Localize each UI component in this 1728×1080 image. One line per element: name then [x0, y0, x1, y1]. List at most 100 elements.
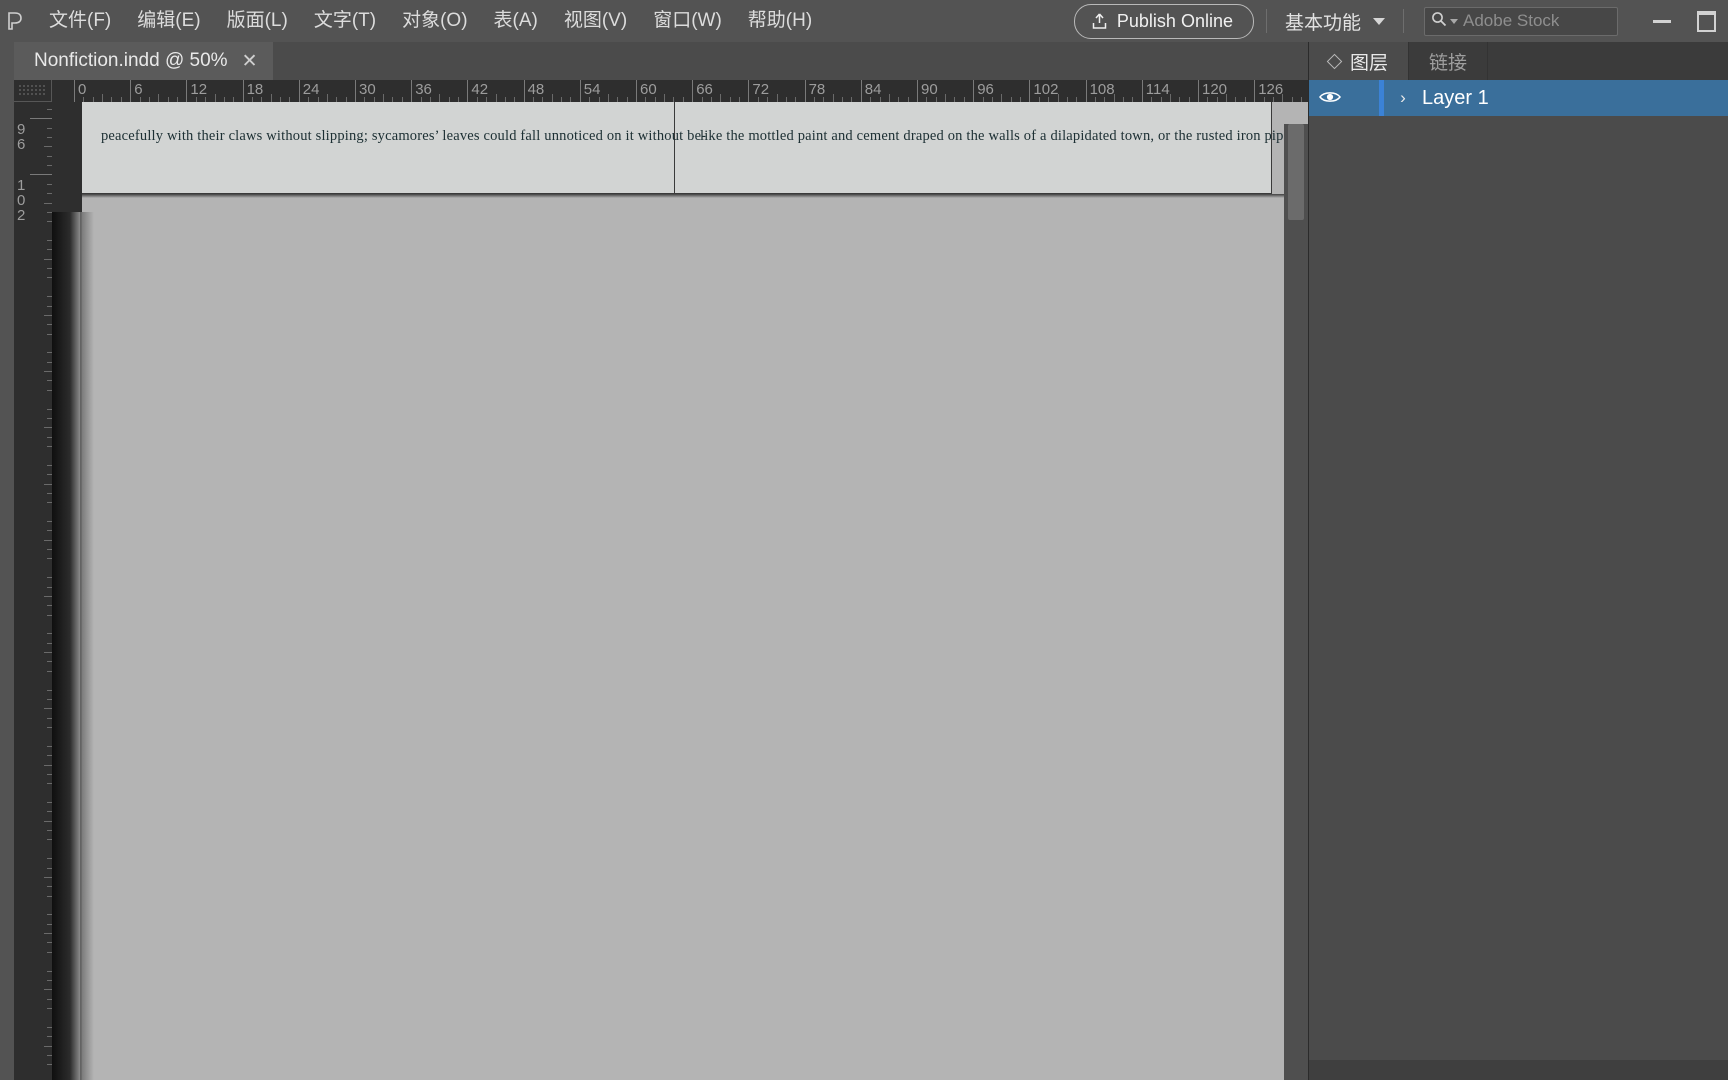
divider [1403, 9, 1404, 33]
ruler-tick-minor [551, 94, 553, 102]
scrollbar-thumb[interactable] [1288, 124, 1304, 220]
canvas-area[interactable]: peacefully with their claws without slip… [52, 102, 1308, 1080]
menu-view[interactable]: 视图(V) [551, 0, 640, 42]
chevron-right-icon[interactable]: › [1384, 88, 1416, 108]
ruler-tick-minor [44, 202, 52, 204]
ruler-tick-major [298, 80, 300, 102]
menu-edit[interactable]: 编辑(E) [124, 0, 213, 42]
ruler-tick-minor [44, 989, 52, 991]
ruler-tick-minor [44, 314, 52, 316]
ruler-tick-minor [44, 371, 52, 373]
horizontal-ruler[interactable]: 0 6 12 18 24 30 36 42 48 54 60 66 72 78 84 90 96 102 108 11… [52, 80, 1308, 102]
layer-name[interactable]: Layer 1 [1416, 87, 1489, 110]
menu-bar-right: Publish Online 基本功能 Adobe Stock [1073, 0, 1728, 42]
workspace-selector[interactable]: 基本功能 [1279, 8, 1391, 35]
right-page-text: like the mottled paint and cement draped… [700, 128, 1297, 144]
search-input[interactable]: Adobe Stock [1463, 11, 1559, 31]
menu-window[interactable]: 窗口(W) [640, 0, 735, 42]
ruler-tick-minor [270, 94, 272, 102]
publish-online-label: Publish Online [1116, 10, 1233, 31]
ruler-tick-minor [44, 652, 52, 654]
ruler-tick-minor [1001, 94, 1003, 102]
pasteboard[interactable] [52, 194, 1308, 1080]
ruler-tick-major [467, 80, 469, 102]
vertical-ruler[interactable]: 96 102 [14, 102, 52, 1080]
ruler-tick-minor [44, 933, 52, 935]
ruler-tick-minor [832, 94, 834, 102]
ruler-tick-major [579, 80, 581, 102]
ruler-label: 90 [921, 81, 938, 98]
menu-items: 文件(F) 编辑(E) 版面(L) 文字(T) 对象(O) 表(A) 视图(V)… [36, 0, 825, 42]
ruler-tick-major [917, 80, 918, 102]
ruler-tick-minor [214, 94, 216, 102]
document-tab[interactable]: Nonfiction.indd @ 50% ✕ [14, 42, 274, 80]
ruler-origin-icon[interactable] [14, 80, 52, 102]
publish-online-button[interactable]: Publish Online [1073, 3, 1254, 39]
tab-links[interactable]: 链接 [1409, 42, 1489, 80]
pasteboard-left-shadow-soft [80, 212, 94, 1080]
ruler-tick-minor [44, 146, 52, 148]
document-tab-bar: Nonfiction.indd @ 50% ✕ [14, 42, 1308, 80]
document-tab-title: Nonfiction.indd @ 50% [34, 50, 228, 71]
layer-row[interactable]: › Layer 1 [1309, 80, 1728, 116]
menu-type[interactable]: 文字(T) [301, 0, 389, 42]
ruler-tick-major [242, 80, 244, 102]
ruler-tick-minor [44, 876, 52, 878]
adobe-stock-search[interactable]: Adobe Stock [1424, 6, 1618, 36]
ruler-label: 24 [302, 81, 320, 98]
panel-tab-strip: 图层 链接 [1309, 42, 1728, 80]
tab-layers[interactable]: 图层 [1309, 42, 1410, 80]
vertical-scrollbar[interactable] [1284, 124, 1308, 1080]
chevron-down-icon[interactable] [1450, 18, 1458, 24]
ruler-origin-dots [18, 84, 47, 97]
ruler-tick-minor [1226, 94, 1228, 102]
ruler-tick-minor [1113, 94, 1115, 102]
minimize-button[interactable] [1640, 6, 1684, 36]
ruler-tick-minor [102, 94, 104, 102]
ruler-tick-minor [945, 94, 947, 102]
layers-list[interactable]: › Layer 1 [1309, 80, 1728, 1060]
search-icon [1431, 11, 1447, 32]
menu-object[interactable]: 对象(O) [389, 0, 480, 42]
panel-dock: 图层 链接 › Layer 1 [1308, 42, 1728, 1080]
ruler-tick-minor [158, 94, 160, 102]
ruler-label: 0 [78, 81, 87, 98]
ruler-label: 66 [696, 81, 713, 98]
ruler-label: 120 [1202, 81, 1228, 98]
ruler-label: 78 [808, 81, 826, 98]
ruler-tick-major [1141, 80, 1143, 102]
close-icon[interactable]: ✕ [242, 52, 258, 71]
ruler-label: 54 [583, 81, 601, 98]
menu-layout[interactable]: 版面(L) [214, 0, 301, 42]
ruler-label: 108 [1089, 81, 1115, 98]
window-controls [1640, 0, 1728, 42]
menu-bar: 文件(F) 编辑(E) 版面(L) 文字(T) 对象(O) 表(A) 视图(V)… [0, 0, 1728, 42]
ruler-tick-minor [44, 258, 52, 260]
layer-lock-toggle[interactable] [1351, 80, 1379, 116]
ruler-tick-major [973, 80, 975, 102]
ruler-tick-minor [1057, 94, 1059, 102]
ruler-label: 36 [415, 81, 432, 98]
divider [1265, 9, 1267, 33]
ruler-tick-major [523, 80, 525, 102]
pasteboard-left-edge [52, 102, 82, 212]
maximize-button[interactable] [1684, 6, 1728, 36]
upload-icon [1091, 12, 1108, 30]
ruler-tick-minor [44, 539, 52, 541]
menu-table[interactable]: 表(A) [481, 0, 551, 42]
left-page-text: peacefully with their claws without slip… [101, 128, 707, 144]
page-spread[interactable]: peacefully with their claws without slip… [74, 102, 1296, 194]
ruler-label: 30 [359, 81, 376, 98]
ruler-label: 6 [134, 81, 143, 98]
ruler-tick-minor [439, 94, 441, 102]
ruler-label: 60 [640, 81, 657, 98]
menu-help[interactable]: 帮助(H) [735, 0, 825, 42]
spread-gutter [674, 102, 675, 194]
ruler-label: 42 [471, 81, 489, 98]
ruler-label: 18 [246, 81, 264, 98]
menu-file[interactable]: 文件(F) [36, 0, 124, 42]
ruler-tick-major [186, 80, 188, 102]
ruler-tick-major [411, 80, 413, 102]
layer-visibility-toggle[interactable] [1309, 87, 1351, 110]
ruler-tick-minor [607, 94, 609, 102]
